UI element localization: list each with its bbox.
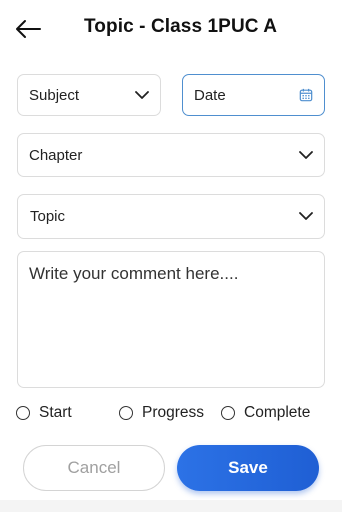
topic-label: Topic	[30, 208, 66, 225]
topic-dropdown[interactable]: Topic	[17, 194, 325, 239]
status-radio-group: Start Progress Complete	[0, 404, 342, 428]
status-label-complete: Complete	[244, 404, 311, 421]
comment-placeholder: Write your comment here....	[29, 264, 239, 283]
status-radio-start[interactable]: Start	[16, 404, 72, 422]
back-button[interactable]	[13, 14, 43, 44]
subject-label: Subject	[29, 86, 80, 104]
status-radio-complete[interactable]: Complete	[221, 404, 310, 422]
status-label-start: Start	[39, 404, 72, 421]
date-label: Date	[194, 86, 226, 104]
calendar-icon[interactable]	[299, 88, 313, 102]
date-picker[interactable]: Date	[182, 74, 325, 116]
status-radio-progress[interactable]: Progress	[119, 404, 204, 422]
status-label-progress: Progress	[142, 404, 205, 421]
chapter-label: Chapter	[29, 146, 83, 164]
radio-circle-icon	[221, 406, 235, 420]
chevron-down-icon	[299, 210, 313, 224]
save-button[interactable]: Save	[177, 445, 319, 491]
comment-textarea[interactable]: Write your comment here....	[17, 251, 325, 388]
chevron-down-icon	[135, 88, 149, 102]
radio-circle-icon	[16, 406, 30, 420]
cancel-button[interactable]: Cancel	[23, 445, 165, 491]
chevron-down-icon	[299, 148, 313, 162]
app-header: Topic - Class 1PUC A	[0, 0, 342, 58]
chapter-dropdown[interactable]: Chapter	[17, 133, 325, 177]
subject-dropdown[interactable]: Subject	[17, 74, 161, 116]
arrow-left-icon	[16, 20, 41, 38]
bottom-divider	[0, 500, 342, 512]
page-title: Topic - Class 1PUC A	[84, 16, 278, 37]
radio-circle-icon	[119, 406, 133, 420]
